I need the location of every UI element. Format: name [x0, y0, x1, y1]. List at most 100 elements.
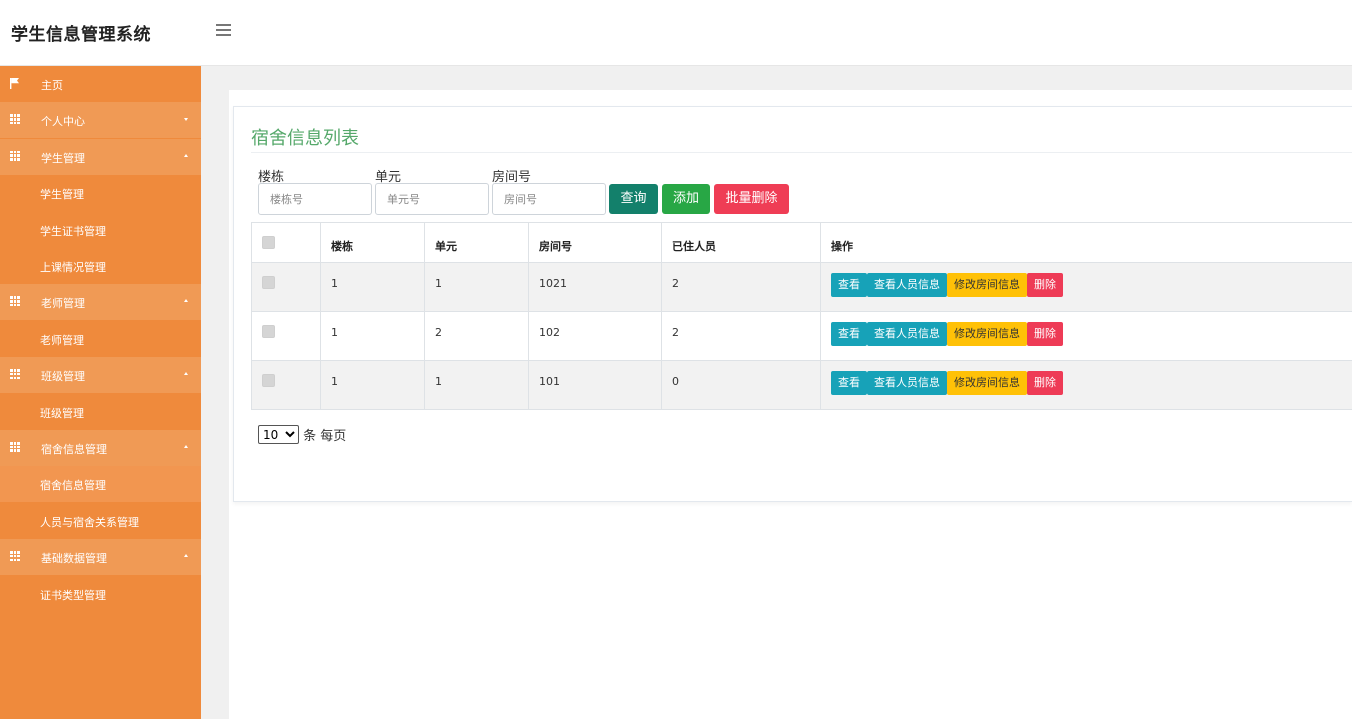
grid-icon [10, 442, 20, 452]
row-select-cell [251, 360, 321, 410]
view-button[interactable]: 查看 [831, 322, 867, 346]
sidebar-item-label: 老师管理 [40, 333, 84, 347]
cell-unit: 1 [424, 360, 529, 410]
cell-building: 1 [320, 360, 425, 410]
sidebar-item-label: 证书类型管理 [40, 588, 106, 602]
column-header-room: 房间号 [528, 222, 662, 263]
select-all-checkbox[interactable] [262, 236, 275, 249]
sidebar-item[interactable]: 宿舍信息管理 [0, 430, 201, 466]
grid-icon [10, 150, 20, 161]
view-button[interactable]: 查看 [831, 273, 867, 297]
sidebar-item-label: 上课情况管理 [40, 261, 106, 274]
grid-icon [10, 369, 20, 380]
sidebar-item-label: 班级管理 [40, 406, 84, 420]
sidebar-item-label: 基础数据管理 [41, 552, 107, 566]
column-header-residents: 已住人员 [661, 222, 821, 263]
hamburger-menu-icon[interactable] [216, 24, 231, 36]
cell-actions: 查看 查看人员信息 修改房间信息 删除 [820, 262, 1352, 312]
sidebar-item[interactable]: 上课情况管理 [0, 248, 201, 284]
table-header-row: 楼栋 单元 房间号 已住人员 操作 [251, 222, 1352, 263]
edit-room-button[interactable]: 修改房间信息 [947, 371, 1027, 395]
view-people-button[interactable]: 查看人员信息 [867, 322, 947, 346]
dorm-table: 楼栋 单元 房间号 已住人员 操作 1 1 1021 2 查看 查看人员信息 修改房间信息删… [251, 222, 1352, 410]
delete-button[interactable]: 删除 [1027, 322, 1063, 346]
cell-building: 1 [320, 262, 425, 312]
edit-room-button[interactable]: 修改房间信息 [947, 273, 1027, 297]
cell-room: 102 [528, 311, 662, 361]
chevron-up-icon [184, 299, 188, 303]
grid-icon [10, 296, 20, 307]
page-title: 宿舍信息列表 [251, 128, 359, 149]
sidebar-item-label: 宿舍信息管理 [40, 479, 106, 493]
sidebar-item[interactable]: 基础数据管理 [0, 539, 201, 576]
sidebar-item[interactable]: 个人中心 [0, 102, 201, 139]
table-row: 1 1 1021 2 查看 查看人员信息 修改房间信息 删除 [251, 262, 1352, 312]
cell-building: 1 [320, 311, 425, 361]
title-divider [251, 152, 1352, 153]
delete-button[interactable]: 删除 [1027, 273, 1063, 297]
page-size-select[interactable]: 10 [258, 425, 299, 444]
sidebar-item[interactable]: 班级管理 [0, 393, 201, 430]
chevron-up-icon [184, 372, 188, 376]
room-input[interactable] [492, 183, 606, 215]
sidebar-item[interactable]: 主页 [0, 66, 201, 102]
building-input[interactable] [258, 183, 372, 215]
row-checkbox[interactable] [262, 374, 275, 387]
row-checkbox[interactable] [262, 276, 275, 289]
sidebar-item-label: 个人中心 [41, 115, 85, 129]
cell-room: 101 [528, 360, 662, 410]
sidebar-item[interactable]: 宿舍信息管理 [0, 466, 201, 503]
column-header-unit: 单元 [424, 222, 529, 263]
cell-residents: 2 [661, 262, 821, 312]
row-select-cell [251, 262, 321, 312]
pagination: 10 条 每页 [258, 425, 346, 444]
unit-input[interactable] [375, 183, 489, 215]
sidebar-item[interactable]: 人员与宿舍关系管理 [0, 502, 201, 539]
sidebar-item[interactable]: 老师管理 [0, 320, 201, 357]
sidebar-item-label: 老师管理 [41, 297, 85, 311]
edit-room-button[interactable]: 修改房间信息 [947, 322, 1027, 346]
chevron-up-icon [184, 445, 188, 448]
sidebar-item[interactable]: 学生证书管理 [0, 211, 201, 248]
sidebar-item-label: 学生证书管理 [40, 224, 106, 238]
cell-room: 1021 [528, 262, 662, 312]
delete-button[interactable]: 删除 [1027, 371, 1063, 395]
sidebar-item-label: 学生管理 [40, 188, 84, 202]
chevron-down-icon [184, 118, 188, 122]
view-people-button[interactable]: 查看人员信息 [867, 371, 947, 395]
query-button[interactable]: 查询 [609, 184, 658, 214]
row-checkbox[interactable] [262, 325, 275, 338]
sidebar-item-label: 人员与宿舍关系管理 [40, 515, 139, 529]
chevron-up-icon [184, 554, 188, 558]
sidebar-item[interactable]: 学生管理 [0, 138, 201, 175]
sidebar-item[interactable]: 证书类型管理 [0, 575, 201, 612]
top-header: 学生信息管理系统 [0, 0, 1352, 66]
cell-unit: 2 [424, 311, 529, 361]
cell-residents: 2 [661, 311, 821, 361]
flag-icon [10, 78, 19, 89]
add-button[interactable]: 添加 [662, 184, 710, 214]
sidebar-item[interactable]: 学生管理 [0, 175, 201, 212]
grid-icon [10, 551, 20, 562]
sidebar-item-label: 主页 [41, 79, 63, 92]
cell-actions: 查看 查看人员信息 修改房间信息 删除 [820, 311, 1352, 361]
view-people-button[interactable]: 查看人员信息 [867, 273, 947, 297]
page-size-suffix: 条 每页 [303, 429, 347, 444]
view-button[interactable]: 查看 [831, 371, 867, 395]
sidebar-item-label: 学生管理 [41, 151, 85, 165]
cell-unit: 1 [424, 262, 529, 312]
cell-actions: 查看 查看人员信息 修改房间信息 删除 [820, 360, 1352, 410]
sidebar-item-label: 班级管理 [41, 370, 85, 384]
table-row: 1 1 101 0 查看 查看人员信息 修改房间信息 删除 [251, 360, 1352, 410]
batch-delete-button[interactable]: 批量删除 [714, 184, 789, 214]
table-row: 1 2 102 2 查看 查看人员信息 修改房间信息 删除 [251, 311, 1352, 361]
column-header-actions: 操作 [820, 222, 1352, 263]
row-select-cell [251, 311, 321, 361]
cell-residents: 0 [661, 360, 821, 410]
sidebar-item[interactable]: 老师管理 [0, 284, 201, 321]
select-all-cell [251, 222, 321, 263]
column-header-building: 楼栋 [320, 222, 425, 263]
sidebar-item-label: 宿舍信息管理 [41, 443, 107, 456]
app-title: 学生信息管理系统 [11, 25, 151, 45]
sidebar-item[interactable]: 班级管理 [0, 357, 201, 394]
